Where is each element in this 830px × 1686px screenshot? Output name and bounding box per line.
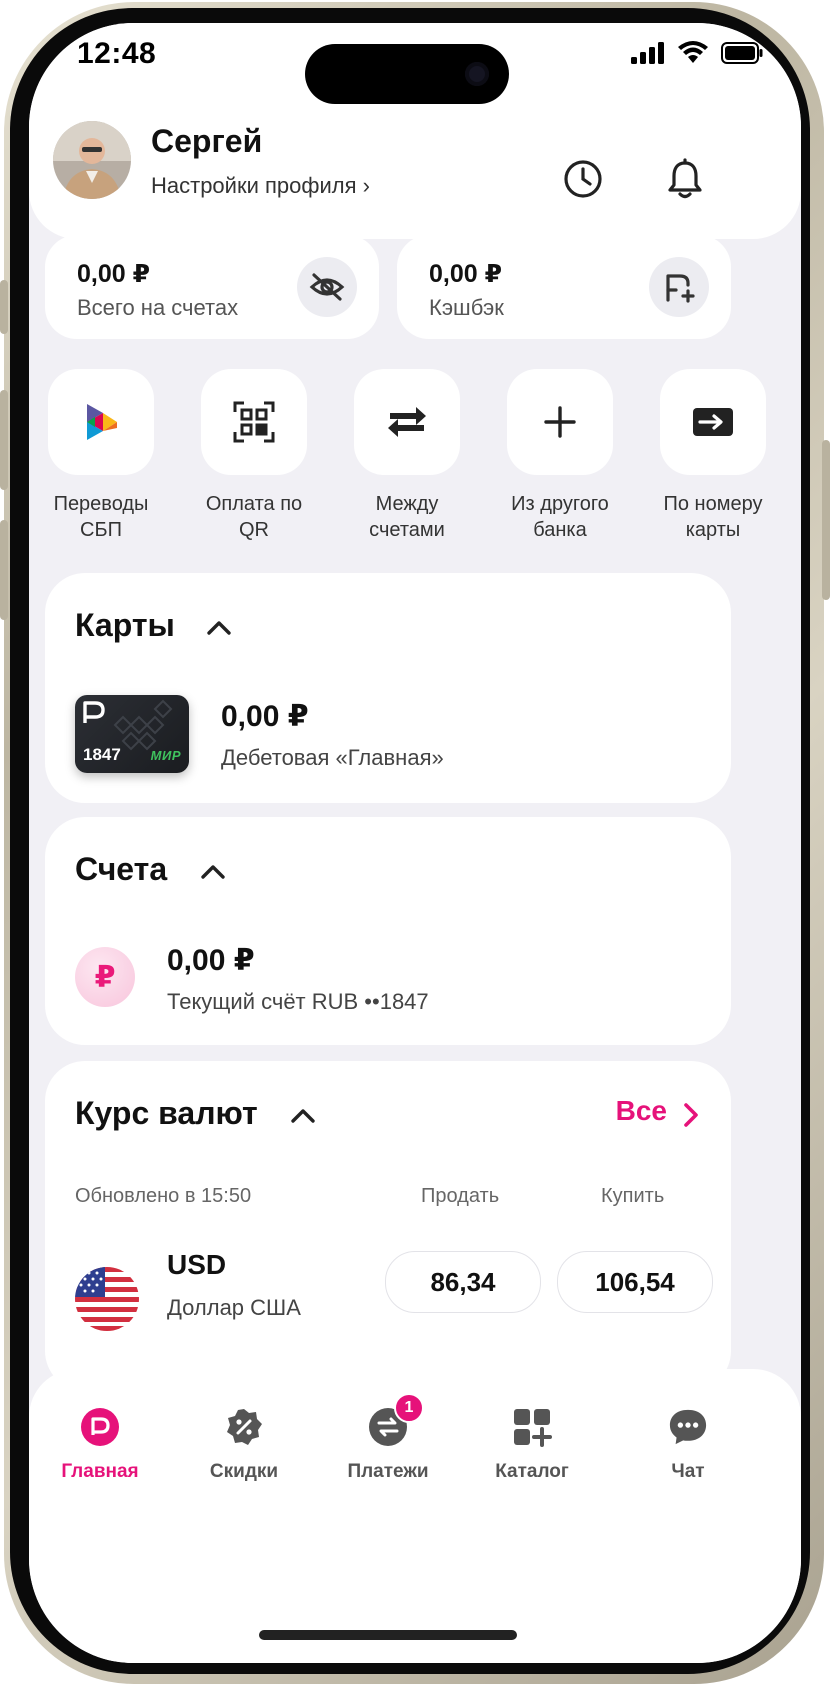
card-name[interactable]: Дебетовая «Главная» — [221, 745, 444, 771]
ruble-icon: ₽ — [75, 947, 135, 1007]
bell-icon[interactable] — [655, 149, 715, 209]
sell-column-header: Продать — [421, 1185, 500, 1207]
total-balance-amount: 0,00 ₽ — [77, 260, 150, 288]
signal-icon — [631, 42, 664, 64]
cashback-amount: 0,00 ₽ — [429, 260, 502, 288]
tab-label: Скидки — [209, 1461, 279, 1482]
tab-label: Платежи — [347, 1461, 429, 1482]
dynamic-island — [305, 44, 509, 104]
quick-action-other-bank[interactable]: Из другого банка — [500, 369, 620, 543]
tab-home[interactable]: Главная — [35, 1407, 165, 1483]
us-flag-icon — [75, 1267, 139, 1331]
rates-updated-time: Обновлено в 15:50 — [75, 1185, 252, 1207]
avatar[interactable] — [53, 121, 131, 199]
home-indicator[interactable] — [259, 1630, 517, 1640]
total-balance-card[interactable]: 0,00 ₽ Всего на счетах — [45, 235, 379, 339]
qr-icon[interactable] — [201, 369, 307, 475]
camera-icon — [465, 62, 489, 86]
chat-icon — [668, 1407, 708, 1447]
cashback-plus-icon[interactable] — [649, 257, 709, 317]
payments-badge: 1 — [394, 1393, 424, 1423]
exchange-rates-title[interactable]: Курс валют — [75, 1095, 258, 1132]
exchange-rates-section: Курс валют Все Обновлено в 15:50 Продать… — [45, 1061, 731, 1391]
accounts-section-title[interactable]: Счета — [75, 851, 167, 888]
card-number: 1847 — [83, 745, 121, 764]
buy-column-header: Купить — [601, 1185, 665, 1207]
card-balance[interactable]: 0,00 ₽ — [221, 699, 309, 734]
chevron-up-icon[interactable] — [199, 861, 227, 881]
power-button — [822, 440, 830, 600]
debit-card-thumbnail[interactable]: 1847 МИР — [75, 695, 189, 773]
all-rates-link[interactable]: Все — [616, 1095, 667, 1127]
chevron-up-icon[interactable] — [289, 1105, 317, 1125]
quick-action-label: Оплата по QR — [205, 493, 303, 541]
profile-settings-link[interactable]: Настройки профиля › — [151, 173, 370, 199]
cards-section-title[interactable]: Карты — [75, 607, 175, 644]
buy-rate[interactable]: 106,54 — [557, 1251, 713, 1313]
account-name[interactable]: Текущий счёт RUB ••1847 — [167, 989, 429, 1015]
silent-switch — [0, 280, 8, 334]
payments-icon: 1 — [368, 1393, 424, 1447]
mir-logo: МИР — [150, 748, 181, 763]
transfer-arrows-icon[interactable] — [354, 369, 460, 475]
currency-name: Доллар США — [167, 1295, 301, 1320]
catalog-icon — [512, 1407, 552, 1447]
tab-label: Каталог — [495, 1461, 569, 1482]
tab-catalog[interactable]: Каталог — [467, 1407, 597, 1483]
chevron-up-icon[interactable] — [205, 617, 233, 637]
cashback-label: Кэшбэк — [429, 295, 504, 320]
quick-action-sbp[interactable]: Переводы СБП — [41, 369, 161, 543]
tab-chat[interactable]: Чат — [623, 1407, 753, 1483]
chevron-right-icon[interactable] — [681, 1101, 701, 1129]
discount-icon — [224, 1407, 264, 1447]
status-time: 12:48 — [77, 37, 157, 70]
tab-discounts[interactable]: Скидки — [179, 1407, 309, 1483]
battery-icon — [721, 42, 763, 64]
cashback-card[interactable]: 0,00 ₽ Кэшбэк — [397, 235, 731, 339]
quick-action-qr[interactable]: Оплата по QR — [194, 369, 314, 543]
cards-section: Карты 1847 МИР 0,00 ₽ Дебетовая «Главная… — [45, 573, 731, 803]
status-bar: 12:48 — [29, 23, 801, 104]
tab-payments[interactable]: 1 Платежи — [323, 1393, 453, 1483]
quick-action-label: По номеру карты — [663, 493, 763, 541]
sell-rate[interactable]: 86,34 — [385, 1251, 541, 1313]
total-balance-label: Всего на счетах — [77, 295, 239, 320]
user-name[interactable]: Сергей — [151, 123, 262, 160]
accounts-section: Счета ₽ 0,00 ₽ Текущий счёт RUB ••1847 — [45, 817, 731, 1045]
sbp-icon[interactable] — [48, 369, 154, 475]
currency-code: USD — [167, 1249, 227, 1280]
status-icons — [631, 41, 763, 65]
quick-action-label: Между счетами — [369, 493, 445, 541]
eye-off-icon[interactable] — [297, 257, 357, 317]
quick-action-label: Из другого банка — [511, 493, 609, 541]
quick-action-label: Переводы СБП — [53, 493, 149, 541]
home-icon — [80, 1407, 120, 1447]
quick-action-between-accounts[interactable]: Между счетами — [347, 369, 467, 543]
account-balance[interactable]: 0,00 ₽ — [167, 943, 255, 978]
volume-up-button — [0, 390, 8, 490]
volume-down-button — [0, 520, 8, 620]
app-screen: Сергей Настройки профиля › 12:48 0,00 ₽ … — [29, 23, 801, 1663]
plus-icon[interactable] — [507, 369, 613, 475]
card-arrow-icon[interactable] — [660, 369, 766, 475]
history-icon[interactable] — [553, 149, 613, 209]
tab-label: Чат — [671, 1461, 705, 1482]
wifi-icon — [678, 41, 708, 63]
quick-action-card-number[interactable]: По номеру карты — [653, 369, 773, 543]
tab-label: Главная — [61, 1461, 139, 1482]
bottom-tab-bar: Главная Скидки 1 Платежи Каталог Чат — [29, 1369, 801, 1663]
